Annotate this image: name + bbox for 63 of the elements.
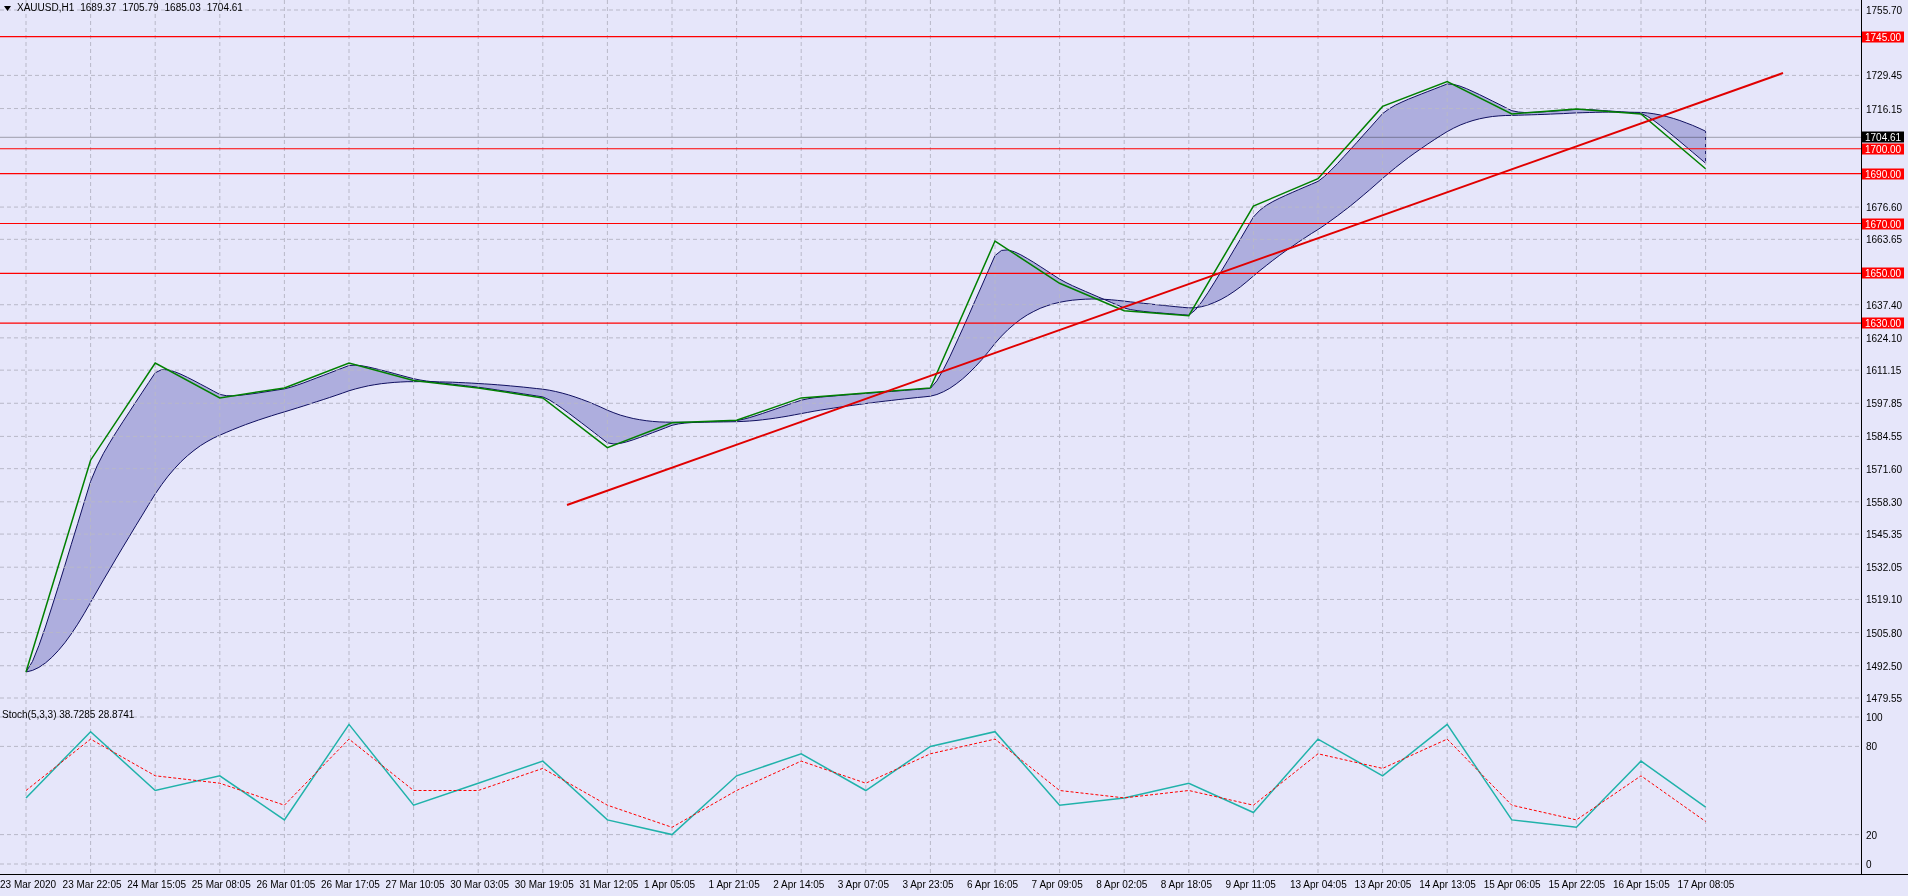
indicator-tick-label: 80 bbox=[1866, 740, 1878, 752]
time-axis-label: 24 Mar 15:05 bbox=[127, 879, 187, 891]
time-axis-label: 23 Mar 22:05 bbox=[62, 879, 122, 891]
time-axis-label: 13 Apr 20:05 bbox=[1354, 879, 1412, 891]
time-axis-label: 8 Apr 02:05 bbox=[1096, 879, 1148, 891]
quote-value: 1685.03 bbox=[164, 2, 201, 14]
price-tick-label: 1505.80 bbox=[1866, 627, 1903, 639]
time-axis-label: 30 Mar 03:05 bbox=[450, 879, 510, 891]
dropdown-icon[interactable] bbox=[4, 5, 11, 11]
time-axis-label: 1 Apr 05:05 bbox=[644, 879, 696, 891]
price-level-label: 1630.00 bbox=[1862, 317, 1905, 329]
price-tick-label: 1584.55 bbox=[1866, 430, 1903, 442]
time-axis-label: 15 Apr 06:05 bbox=[1483, 879, 1541, 891]
time-axis-label: 9 Apr 11:05 bbox=[1225, 879, 1276, 891]
time-axis-label: 16 Apr 15:05 bbox=[1613, 879, 1670, 891]
time-axis-label: 25 Mar 08:05 bbox=[191, 879, 251, 891]
price-tick-label: 1532.05 bbox=[1866, 561, 1903, 573]
time-axis-label: 17 Apr 08:05 bbox=[1677, 879, 1735, 891]
price-level-label: 1745.00 bbox=[1862, 31, 1905, 43]
price-tick-label: 1492.50 bbox=[1866, 660, 1903, 672]
time-axis-label: 14 Apr 13:05 bbox=[1419, 879, 1476, 891]
time-axis-label: 31 Mar 12:05 bbox=[579, 879, 639, 891]
time-axis-label: 30 Mar 19:05 bbox=[514, 879, 574, 891]
time-axis-label: 6 Apr 16:05 bbox=[967, 879, 1019, 891]
price-tick-label: 1519.10 bbox=[1866, 593, 1903, 605]
symbol-label: XAUUSD,H1 bbox=[17, 2, 75, 14]
price-level-label: 1690.00 bbox=[1862, 168, 1905, 180]
indicator-label: Stoch(5,3,3) 38.7285 28.8741 bbox=[2, 709, 135, 721]
time-axis-label: 8 Apr 18:05 bbox=[1160, 879, 1212, 891]
time-axis-label: 2 Apr 14:05 bbox=[773, 879, 825, 891]
price-tick-label: 1755.70 bbox=[1866, 4, 1903, 16]
quote-value: 1705.79 bbox=[122, 2, 159, 14]
price-tick-label: 1545.35 bbox=[1866, 528, 1903, 540]
time-axis-label: 1 Apr 21:05 bbox=[708, 879, 760, 891]
price-tick-label: 1558.30 bbox=[1866, 496, 1903, 508]
time-axis-label: 23 Mar 2020 bbox=[0, 879, 57, 891]
indicator-tick-label: 0 bbox=[1866, 858, 1872, 870]
indicator-tick-label: 20 bbox=[1866, 829, 1878, 841]
time-axis-label: 15 Apr 22:05 bbox=[1548, 879, 1606, 891]
time-axis-label: 26 Mar 01:05 bbox=[256, 879, 316, 891]
price-tick-label: 1663.65 bbox=[1866, 233, 1903, 245]
indicator-tick-label: 100 bbox=[1866, 711, 1883, 723]
price-tick-label: 1676.60 bbox=[1866, 201, 1903, 213]
time-axis-label: 27 Mar 10:05 bbox=[385, 879, 445, 891]
price-tick-label: 1729.45 bbox=[1866, 69, 1903, 81]
price-tick-label: 1611.15 bbox=[1866, 364, 1902, 376]
price-level-label: 1670.00 bbox=[1862, 218, 1905, 229]
price-tick-label: 1716.15 bbox=[1866, 103, 1903, 115]
time-axis-label: 3 Apr 07:05 bbox=[837, 879, 889, 891]
price-tick-label: 1624.10 bbox=[1866, 332, 1903, 344]
price-tick-label: 1479.55 bbox=[1866, 692, 1903, 704]
price-tick-label: 1571.60 bbox=[1866, 463, 1903, 475]
price-level-label: 1650.00 bbox=[1862, 267, 1905, 279]
time-axis-label: 3 Apr 23:05 bbox=[902, 879, 954, 891]
price-tick-label: 1637.40 bbox=[1866, 299, 1903, 311]
price-level-label: 1700.00 bbox=[1862, 143, 1905, 155]
time-axis-label: 26 Mar 17:05 bbox=[321, 879, 380, 891]
time-axis-label: 7 Apr 09:05 bbox=[1031, 879, 1083, 891]
quote-value: 1689.37 bbox=[80, 2, 117, 14]
price-level-label: 1704.61 bbox=[1862, 131, 1905, 143]
quote-value: 1704.61 bbox=[206, 2, 243, 14]
price-tick-label: 1597.85 bbox=[1866, 397, 1903, 409]
time-axis-label: 13 Apr 04:05 bbox=[1290, 879, 1347, 891]
